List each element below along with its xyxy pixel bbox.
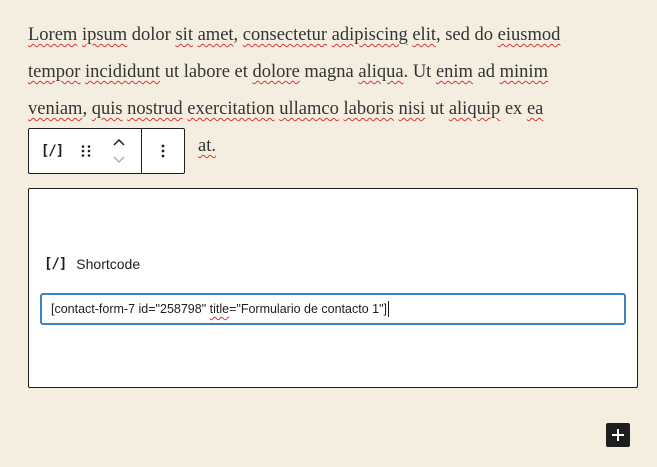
block-options-button[interactable] [146,129,180,173]
drag-handle-button[interactable] [69,129,103,173]
spellcheck-word: Lorem [28,25,78,45]
paragraph-text: , [82,99,92,119]
more-vertical-icon [161,144,165,158]
block-mover [103,129,135,173]
move-down-button[interactable] [107,151,131,169]
shortcode-value-after: ="Formulario de contacto 1"] [229,302,387,316]
paragraph-text: . Ut [403,62,436,82]
shortcode-value-spell: title [209,302,230,316]
block-type-button[interactable]: [/] [35,129,69,173]
paragraph-line-4: at. [198,136,216,156]
spellcheck-word: laboris [343,99,394,119]
block-toolbar-group-main: [/] [29,129,142,173]
spellcheck-word: consectetur [242,25,328,45]
paragraph-text: ut labore et [160,62,253,82]
paragraph-text: ut [425,99,449,119]
paragraph-text: ad [472,62,500,82]
spellcheck-word: enim [435,62,473,82]
spellcheck-word: nostrud [127,99,183,119]
spellcheck-word: dolore [252,62,300,82]
spellcheck-word: veniam [28,99,83,119]
shortcode-title: Shortcode [76,256,141,272]
plus-icon [612,429,624,441]
spellcheck-word: sit [175,25,193,45]
move-up-button[interactable] [107,133,131,151]
paragraph-text: , sed do [435,25,498,45]
spellcheck-word: elit [412,25,436,45]
text-caret [388,301,389,317]
spellcheck-word: nisi [398,99,426,119]
spellcheck-word: incididunt [85,62,161,82]
shortcode-icon: [/] [44,256,67,272]
spellcheck-word: amet [197,25,234,45]
spellcheck-word: adipiscing [331,25,408,45]
spellcheck-word: minim [499,62,548,82]
paragraph-text: ex [500,99,527,119]
drag-handle-icon [81,145,91,157]
block-toolbar-group-options [142,129,184,173]
shortcode-value-before: [contact-form-7 id="258798" [51,302,210,316]
spellcheck-word: aliquip [448,99,501,119]
paragraph-text: magna [299,62,359,82]
paragraph-line-3: veniam, quis nostrud exercitation ullamc… [28,99,543,119]
chevron-up-icon [113,138,125,146]
spellcheck-word: aliqua [358,62,404,82]
shortcode-icon: [/] [40,143,64,159]
spellcheck-word: quis [91,99,123,119]
shortcode-block-label: [/] Shortcode [44,256,140,272]
add-block-button[interactable] [606,423,630,447]
block-toolbar: [/] [28,128,185,174]
spellcheck-word: ea [526,99,544,119]
paragraph-line-4-tail: at. [198,136,216,156]
spellcheck-word: ipsum [81,25,128,45]
shortcode-input[interactable]: [contact-form-7 id="258798" title ="Formu… [40,293,626,325]
chevron-down-icon [113,156,125,164]
paragraph-line-2: tempor incididunt ut labore et dolore ma… [28,62,548,82]
spellcheck-word: tempor [28,62,81,82]
spellcheck-word: exercitation [187,99,275,119]
paragraph-text: , [233,25,243,45]
paragraph-text: dolor [127,25,176,45]
shortcode-block[interactable]: [/] Shortcode [contact-form-7 id="258798… [28,188,638,388]
spellcheck-word: eiusmod [497,25,561,45]
paragraph-line-1: Lorem ipsum dolor sit amet, consectetur … [28,25,560,45]
spellcheck-word: ullamco [279,99,339,119]
